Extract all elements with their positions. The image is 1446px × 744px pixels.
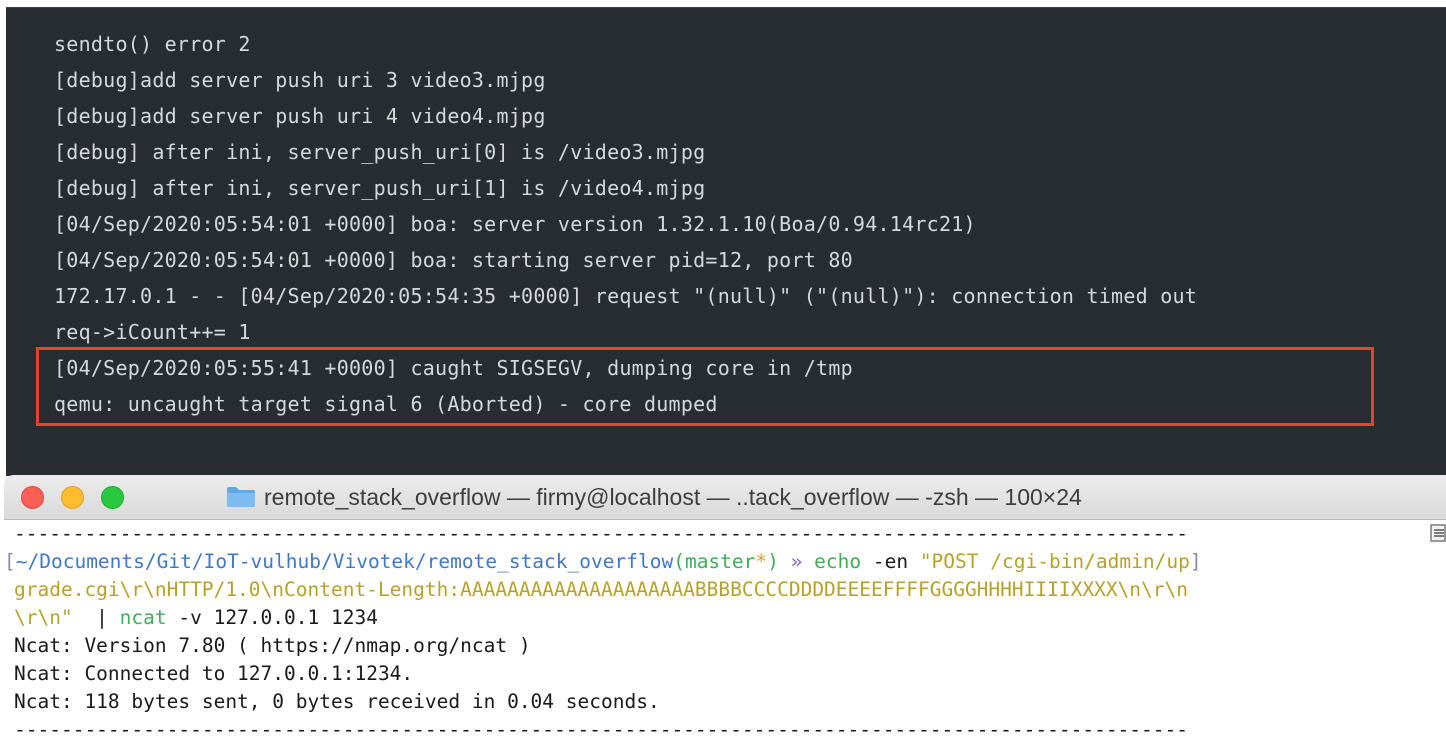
git-branch: master bbox=[684, 550, 756, 573]
command-args: -v 127.0.0.1 1234 bbox=[166, 606, 378, 629]
mac-terminal-window[interactable]: remote_stack_overflow — firmy@localhost … bbox=[4, 475, 1446, 744]
qemu-terminal-output: sendto() error 2 [debug]add server push … bbox=[6, 7, 1446, 476]
command-continuation: grade.cgi\r\nHTTP/1.0\nContent-Length:AA… bbox=[14, 576, 1188, 604]
pipe-symbol: | bbox=[72, 606, 120, 629]
folder-icon bbox=[226, 486, 256, 508]
window-title: remote_stack_overflow — firmy@localhost … bbox=[264, 483, 1082, 510]
log-line: [04/Sep/2020:05:54:01 +0000] boa: starti… bbox=[54, 248, 853, 272]
prompt-path: ~/Documents/Git/IoT-vulhub/Vivotek/remot… bbox=[15, 550, 674, 573]
screenshot-stage: sendto() error 2 [debug]add server push … bbox=[0, 0, 1446, 744]
prompt-bracket: [ bbox=[4, 550, 16, 573]
command-string: grade.cgi\r\nHTTP/1.0\nContent-Length:AA… bbox=[14, 578, 1188, 601]
log-line: req->iCount++= 1 bbox=[54, 320, 251, 344]
command-string: "POST /cgi-bin/admin/up bbox=[919, 550, 1190, 573]
ncat-output-line: Ncat: Version 7.80 ( https://nmap.org/nc… bbox=[14, 634, 531, 657]
log-line: sendto() error 2 bbox=[54, 32, 251, 56]
minimize-window-button[interactable] bbox=[61, 486, 84, 509]
prompt-line: [~/Documents/Git/IoT-vulhub/Vivotek/remo… bbox=[4, 548, 1202, 576]
separator-line: ----------------------------------------… bbox=[14, 522, 1188, 545]
command-continuation: \r\n" | ncat -v 127.0.0.1 1234 bbox=[14, 604, 378, 632]
git-dirty-marker: * bbox=[755, 550, 768, 573]
terminal-body[interactable]: ----------------------------------------… bbox=[4, 520, 1446, 744]
ncat-output-line: Ncat: 118 bytes sent, 0 bytes received i… bbox=[14, 690, 660, 713]
window-titlebar[interactable]: remote_stack_overflow — firmy@localhost … bbox=[4, 475, 1446, 520]
close-window-button[interactable] bbox=[21, 486, 44, 509]
crash-highlight-box bbox=[36, 347, 1374, 426]
command-echo: echo bbox=[814, 550, 862, 573]
separator-line: ----------------------------------------… bbox=[14, 718, 1188, 741]
log-line: [04/Sep/2020:05:54:01 +0000] boa: server… bbox=[54, 212, 976, 236]
window-title-group: remote_stack_overflow — firmy@localhost … bbox=[226, 475, 1082, 519]
prompt-bracket-end: ] bbox=[1189, 550, 1202, 573]
command-string-end: \r\n" bbox=[14, 606, 73, 629]
log-line: [debug]add server push uri 3 video3.mjpg bbox=[54, 68, 546, 92]
maximize-window-button[interactable] bbox=[101, 486, 124, 509]
log-line: [debug] after ini, server_push_uri[1] is… bbox=[54, 176, 706, 200]
ncat-output-line: Ncat: Connected to 127.0.0.1:1234. bbox=[14, 662, 414, 685]
command-ncat: ncat bbox=[119, 606, 167, 629]
log-line: [debug]add server push uri 4 video4.mjpg bbox=[54, 104, 546, 128]
git-branch-close: ) bbox=[767, 550, 779, 573]
log-line: 172.17.0.1 - - [04/Sep/2020:05:54:35 +00… bbox=[54, 284, 1198, 308]
scroll-marker-icon[interactable] bbox=[1430, 524, 1446, 542]
command-args: -en bbox=[861, 550, 920, 573]
log-line: [debug] after ini, server_push_uri[0] is… bbox=[54, 140, 706, 164]
prompt-arrow: » bbox=[778, 550, 815, 573]
git-branch-open: ( bbox=[673, 550, 685, 573]
